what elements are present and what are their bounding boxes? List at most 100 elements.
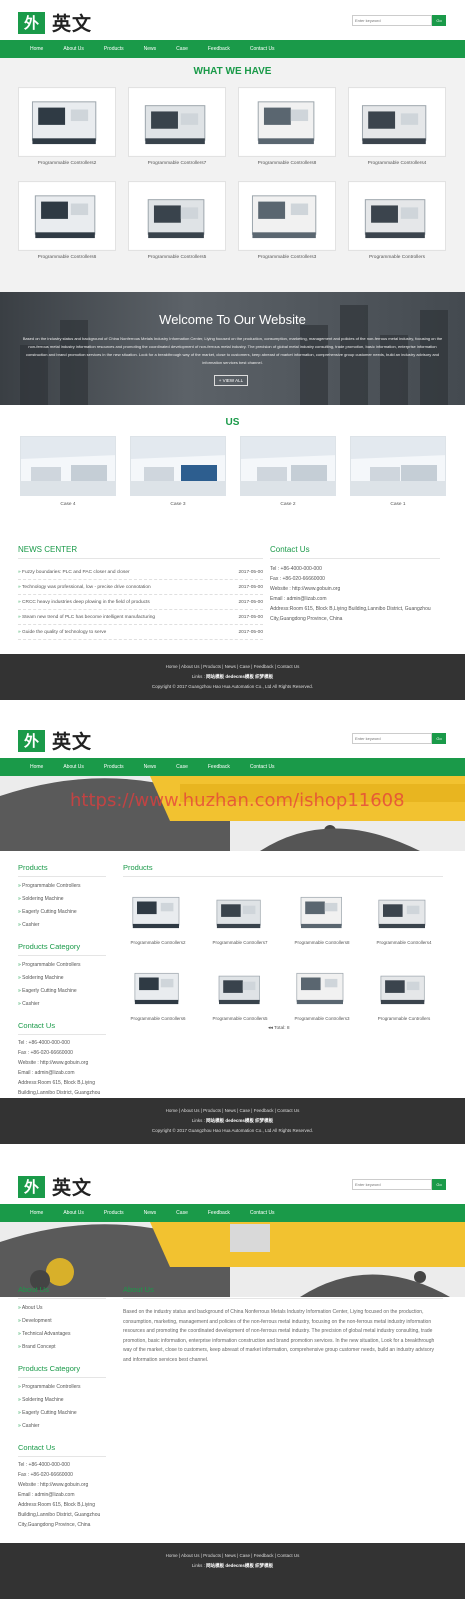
footer-friend-links[interactable]: 网站模板 dedecms模板 织梦模板: [206, 674, 273, 679]
logo[interactable]: 外 英文: [18, 9, 92, 36]
case-image[interactable]: [130, 436, 226, 496]
nav-news[interactable]: News: [144, 1204, 157, 1222]
news-item-title[interactable]: Guide the quality of technology to serve: [18, 630, 106, 635]
case-card[interactable]: Case 4: [20, 436, 116, 507]
search-button[interactable]: Go: [432, 15, 446, 26]
contact-web[interactable]: Website : http://www.gobuin.org: [270, 584, 440, 594]
product-caption[interactable]: Programmable Controllers8: [287, 940, 357, 962]
product-card[interactable]: Programmable Controllers4: [369, 886, 439, 962]
category-item[interactable]: Programmable Controllers: [18, 959, 106, 972]
product-image[interactable]: [369, 962, 439, 1014]
product-caption[interactable]: Programmable Controllers2: [18, 161, 116, 181]
product-card[interactable]: Programmable Controllers6: [18, 181, 116, 275]
sidebar-item[interactable]: Cashier: [18, 919, 106, 932]
footer-links[interactable]: Home | About Us | Products | News | Case…: [0, 1551, 465, 1561]
pager[interactable]: ◂◂ Total: 8: [268, 1026, 290, 1031]
news-item[interactable]: Fuzzy boundaries: PLC and PAC closer and…: [18, 565, 263, 580]
product-image[interactable]: [238, 87, 336, 157]
nav-case[interactable]: Case: [176, 758, 188, 776]
sidebar-item[interactable]: Development: [18, 1315, 106, 1328]
product-card[interactable]: Programmable Controllers8: [238, 87, 336, 181]
product-card[interactable]: Programmable Controllers5: [205, 962, 275, 1038]
category-item[interactable]: Cashier: [18, 1420, 106, 1433]
sidebar-item[interactable]: Soldering Machine: [18, 893, 106, 906]
contact-web[interactable]: Website : http://www.gobuin.org: [18, 1480, 106, 1490]
logo[interactable]: 外 英文: [18, 1173, 92, 1200]
case-caption[interactable]: Case 4: [20, 502, 116, 507]
product-card[interactable]: Programmable Controllers: [348, 181, 446, 275]
case-caption[interactable]: Case 2: [240, 502, 336, 507]
news-item-title[interactable]: Fuzzy boundaries: PLC and PAC closer and…: [18, 570, 130, 575]
sidebar-item[interactable]: Programmable Controllers: [18, 880, 106, 893]
nav-products[interactable]: Products: [104, 1204, 124, 1222]
nav-contact[interactable]: Contact Us: [250, 40, 275, 58]
footer-friend-links[interactable]: 网站模板 dedecms模板 织梦模板: [206, 1563, 273, 1568]
product-caption[interactable]: Programmable Controllers7: [128, 161, 226, 181]
sidebar-item[interactable]: About Us: [18, 1302, 106, 1315]
product-image[interactable]: [287, 962, 357, 1014]
footer-friend-links[interactable]: 网站模板 dedecms模板 织梦模板: [206, 1118, 273, 1123]
product-image[interactable]: [123, 886, 193, 938]
sidebar-item[interactable]: Brand Concept: [18, 1341, 106, 1354]
product-caption[interactable]: Programmable Controllers6: [18, 255, 116, 275]
product-card[interactable]: Programmable Controllers3: [287, 962, 357, 1038]
product-image[interactable]: [128, 181, 226, 251]
nav-contact[interactable]: Contact Us: [250, 758, 275, 776]
product-card[interactable]: Programmable Controllers7: [128, 87, 226, 181]
news-item-title[interactable]: CRCC heavy industries deep plowing in th…: [18, 600, 150, 605]
product-card[interactable]: Programmable Controllers6: [123, 962, 193, 1038]
case-caption[interactable]: Case 3: [130, 502, 226, 507]
case-image[interactable]: [240, 436, 336, 496]
product-caption[interactable]: Programmable Controllers5: [128, 255, 226, 275]
logo[interactable]: 外 英文: [18, 727, 92, 754]
search-input[interactable]: [352, 733, 432, 744]
product-caption[interactable]: Programmable Controllers: [348, 255, 446, 275]
product-card[interactable]: Programmable Controllers2: [18, 87, 116, 181]
case-caption[interactable]: Case 1: [350, 502, 446, 507]
footer-links[interactable]: Home | About Us | Products | News | Case…: [0, 662, 465, 672]
category-item[interactable]: Eagerly Cutting Machine: [18, 985, 106, 998]
category-item[interactable]: Soldering Machine: [18, 972, 106, 985]
news-item-title[interactable]: Steam new trend of PLC has become intell…: [18, 615, 155, 620]
news-item[interactable]: CRCC heavy industries deep plowing in th…: [18, 595, 263, 610]
product-caption[interactable]: Programmable Controllers3: [287, 1016, 357, 1038]
product-image[interactable]: [205, 886, 275, 938]
search-input[interactable]: [352, 15, 432, 26]
sidebar-item[interactable]: Eagerly Cutting Machine: [18, 906, 106, 919]
product-caption[interactable]: Programmable Controllers7: [205, 940, 275, 962]
product-image[interactable]: [205, 962, 275, 1014]
nav-about[interactable]: About Us: [63, 758, 84, 776]
contact-web[interactable]: Website : http://www.gobuin.org: [18, 1058, 106, 1068]
case-card[interactable]: Case 3: [130, 436, 226, 507]
nav-case[interactable]: Case: [176, 40, 188, 58]
search-button[interactable]: Go: [432, 733, 446, 744]
product-card[interactable]: Programmable Controllers8: [287, 886, 357, 962]
product-caption[interactable]: Programmable Controllers: [369, 1016, 439, 1038]
nav-feedback[interactable]: Feedback: [208, 40, 230, 58]
footer-links[interactable]: Home | About Us | Products | News | Case…: [0, 1106, 465, 1116]
product-image[interactable]: [128, 87, 226, 157]
nav-case[interactable]: Case: [176, 1204, 188, 1222]
product-image[interactable]: [369, 886, 439, 938]
product-card[interactable]: Programmable Controllers4: [348, 87, 446, 181]
nav-feedback[interactable]: Feedback: [208, 1204, 230, 1222]
contact-email[interactable]: Email : admin@lizab.com: [18, 1490, 106, 1500]
case-image[interactable]: [350, 436, 446, 496]
nav-products[interactable]: Products: [104, 758, 124, 776]
product-caption[interactable]: Programmable Controllers4: [348, 161, 446, 181]
product-image[interactable]: [348, 181, 446, 251]
news-item[interactable]: Guide the quality of technology to serve…: [18, 625, 263, 640]
product-image[interactable]: [238, 181, 336, 251]
contact-email[interactable]: Email : admin@lizab.com: [18, 1068, 106, 1078]
nav-about[interactable]: About Us: [63, 40, 84, 58]
product-image[interactable]: [287, 886, 357, 938]
sidebar-item[interactable]: Technical Advantages: [18, 1328, 106, 1341]
product-caption[interactable]: Programmable Controllers2: [123, 940, 193, 962]
contact-email[interactable]: Email : admin@lizab.com: [270, 594, 440, 604]
nav-products[interactable]: Products: [104, 40, 124, 58]
view-all-button[interactable]: + VIEW ALL: [214, 375, 248, 386]
search-button[interactable]: Go: [432, 1179, 446, 1190]
product-card[interactable]: Programmable Controllers2: [123, 886, 193, 962]
news-item-title[interactable]: Technology was professional, low - preci…: [18, 585, 151, 590]
product-caption[interactable]: Programmable Controllers8: [238, 161, 336, 181]
